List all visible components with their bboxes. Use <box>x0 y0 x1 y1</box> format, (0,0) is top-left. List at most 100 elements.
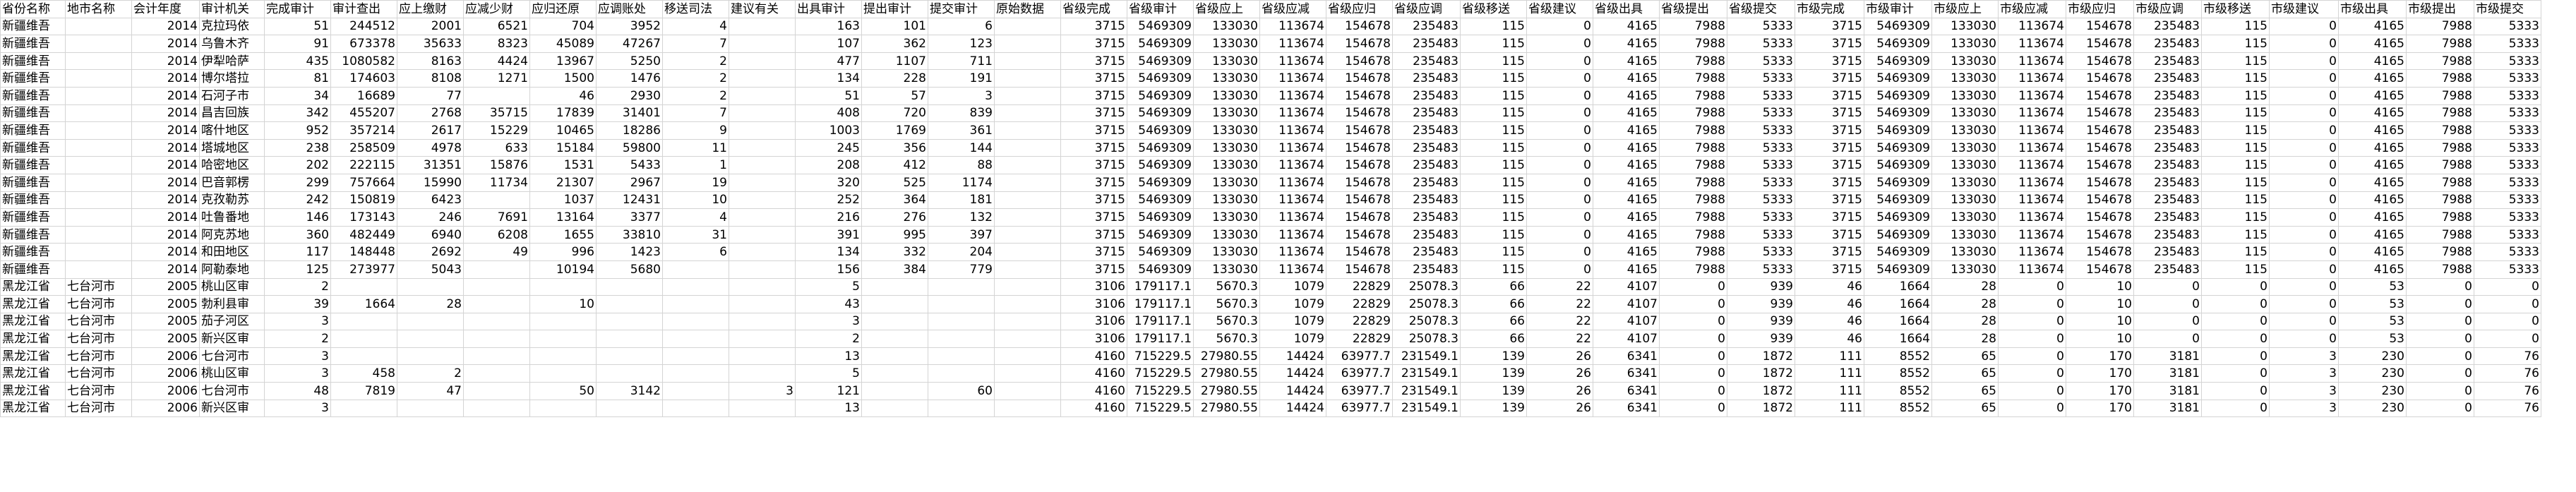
table-cell[interactable]: 9 <box>662 121 729 140</box>
table-cell[interactable]: 5333 <box>1727 243 1795 261</box>
table-cell[interactable]: 1079 <box>1259 277 1326 296</box>
table-cell[interactable]: 7988 <box>1659 225 1727 244</box>
table-cell[interactable]: 7 <box>662 35 729 53</box>
table-cell[interactable]: 5469309 <box>1864 225 1932 244</box>
table-cell[interactable]: 113674 <box>1259 260 1326 279</box>
table-cell[interactable]: 4165 <box>2338 121 2407 140</box>
table-cell[interactable]: 216 <box>795 208 862 227</box>
table-cell[interactable]: 4165 <box>1593 156 1660 174</box>
table-cell[interactable]: 5469309 <box>1127 138 1194 157</box>
table-cell[interactable]: 51 <box>264 17 331 36</box>
table-cell[interactable]: 七台河市 <box>65 330 132 348</box>
table-cell[interactable]: 5680 <box>596 260 663 279</box>
table-cell[interactable]: 63977.7 <box>1326 347 1393 366</box>
table-cell[interactable]: 7988 <box>1659 86 1727 105</box>
table-cell[interactable]: 0 <box>2269 312 2339 331</box>
table-cell[interactable]: 154678 <box>2066 138 2134 157</box>
table-cell[interactable]: 235483 <box>1392 35 1461 53</box>
table-cell[interactable]: 5250 <box>596 52 663 71</box>
table-cell[interactable]: 0 <box>2269 295 2339 313</box>
column-header[interactable]: 市级应减 <box>1998 0 2066 18</box>
table-cell[interactable]: 235483 <box>1392 208 1461 227</box>
table-cell[interactable]: 7988 <box>2406 173 2474 192</box>
table-cell[interactable]: 4165 <box>1593 243 1660 261</box>
table-cell[interactable]: 31 <box>662 225 729 244</box>
table-cell[interactable]: 133030 <box>1193 138 1260 157</box>
table-cell[interactable]: 3715 <box>1795 104 1864 123</box>
table-cell[interactable]: 5469309 <box>1127 86 1194 105</box>
column-header[interactable]: 建议有关 <box>729 0 796 18</box>
table-cell[interactable]: 258509 <box>330 138 397 157</box>
table-cell[interactable]: 715229.5 <box>1127 364 1194 383</box>
table-cell[interactable]: 133030 <box>1193 17 1260 36</box>
table-cell[interactable]: 0 <box>2269 121 2339 140</box>
table-cell[interactable]: 5469309 <box>1864 35 1932 53</box>
table-cell[interactable]: 133030 <box>1193 173 1260 192</box>
table-cell[interactable] <box>65 138 132 157</box>
table-cell[interactable]: 357214 <box>330 121 397 140</box>
table-cell[interactable]: 5333 <box>1727 104 1795 123</box>
table-cell[interactable]: 5469309 <box>1864 208 1932 227</box>
table-cell[interactable]: 273977 <box>330 260 397 279</box>
table-cell[interactable]: 2005 <box>131 295 200 313</box>
table-cell[interactable]: 5333 <box>2474 86 2541 105</box>
table-cell[interactable]: 27980.55 <box>1193 364 1260 383</box>
table-cell[interactable]: 4165 <box>1593 121 1660 140</box>
table-cell[interactable]: 364 <box>861 191 928 210</box>
table-cell[interactable]: 47267 <box>596 35 663 53</box>
table-cell[interactable]: 2014 <box>131 225 200 244</box>
table-cell[interactable]: 235483 <box>1392 243 1461 261</box>
table-cell[interactable]: 477 <box>795 52 862 71</box>
table-cell[interactable]: 8163 <box>397 52 464 71</box>
table-cell[interactable]: 1655 <box>529 225 597 244</box>
table-cell[interactable] <box>729 312 796 331</box>
table-cell[interactable]: 2 <box>397 364 464 383</box>
table-cell[interactable]: 12431 <box>596 191 663 210</box>
table-cell[interactable]: 2014 <box>131 191 200 210</box>
table-cell[interactable]: 5333 <box>1727 138 1795 157</box>
table-cell[interactable] <box>397 399 464 418</box>
table-cell[interactable]: 35633 <box>397 35 464 53</box>
table-cell[interactable]: 276 <box>861 208 928 227</box>
table-cell[interactable]: 133030 <box>1193 35 1260 53</box>
table-cell[interactable]: 113674 <box>1998 138 2066 157</box>
table-cell[interactable] <box>729 399 796 418</box>
column-header[interactable]: 出具审计 <box>795 0 862 18</box>
table-cell[interactable]: 4165 <box>2338 104 2407 123</box>
table-cell[interactable]: 113674 <box>1259 173 1326 192</box>
table-cell[interactable]: 60 <box>928 382 995 400</box>
table-cell[interactable]: 3715 <box>1795 243 1864 261</box>
table-cell[interactable] <box>463 191 530 210</box>
table-cell[interactable]: 31401 <box>596 104 663 123</box>
table-cell[interactable]: 245 <box>795 138 862 157</box>
table-cell[interactable]: 伊犁哈萨 <box>199 52 265 71</box>
table-cell[interactable]: 11 <box>662 138 729 157</box>
table-cell[interactable]: 5333 <box>1727 208 1795 227</box>
table-cell[interactable]: 4165 <box>2338 138 2407 157</box>
table-cell[interactable]: 0 <box>2269 104 2339 123</box>
column-header[interactable]: 市级提交 <box>2474 0 2541 18</box>
table-cell[interactable]: 10 <box>529 295 597 313</box>
table-cell[interactable]: 黑龙江省 <box>0 295 66 313</box>
table-cell[interactable]: 5333 <box>1727 86 1795 105</box>
table-cell[interactable]: 4107 <box>1593 277 1660 296</box>
column-header[interactable]: 市级移送 <box>2201 0 2270 18</box>
table-cell[interactable] <box>994 121 1061 140</box>
table-cell[interactable]: 0 <box>2201 295 2270 313</box>
table-cell[interactable]: 1500 <box>529 69 597 88</box>
table-cell[interactable]: 154678 <box>2066 104 2134 123</box>
table-cell[interactable]: 170 <box>2066 399 2134 418</box>
table-cell[interactable]: 235483 <box>1392 138 1461 157</box>
column-header[interactable]: 完成审计 <box>264 0 331 18</box>
table-cell[interactable] <box>861 364 928 383</box>
table-cell[interactable]: 154678 <box>1326 17 1393 36</box>
table-cell[interactable]: 133030 <box>1931 17 1999 36</box>
table-cell[interactable]: 5333 <box>1727 225 1795 244</box>
table-cell[interactable]: 14424 <box>1259 382 1326 400</box>
table-cell[interactable] <box>529 312 597 331</box>
table-cell[interactable]: 5469309 <box>1127 191 1194 210</box>
table-cell[interactable]: 2692 <box>397 243 464 261</box>
column-header[interactable]: 省级应上 <box>1193 0 1260 18</box>
table-cell[interactable]: 0 <box>1998 364 2066 383</box>
table-cell[interactable]: 133030 <box>1193 121 1260 140</box>
